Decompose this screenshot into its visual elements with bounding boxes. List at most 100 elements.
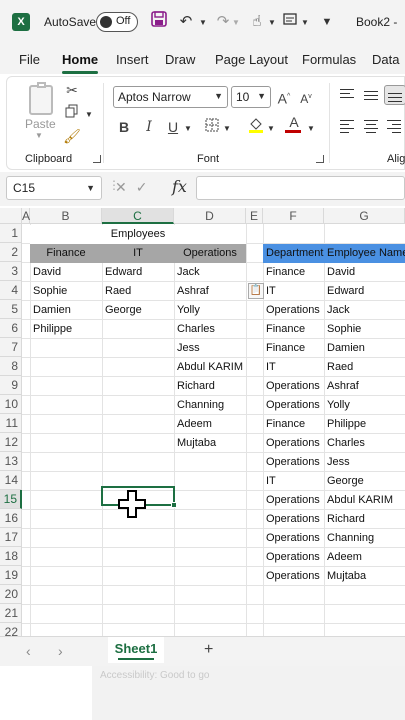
paste-icon[interactable] xyxy=(29,82,53,115)
row-header[interactable]: 11 xyxy=(0,414,22,433)
department-cell[interactable]: Operations xyxy=(263,529,324,548)
row-header[interactable]: 5 xyxy=(0,300,22,319)
format-painter-icon[interactable]: 🖌 xyxy=(63,127,81,145)
chevron-down-icon[interactable]: ▼ xyxy=(85,110,93,119)
row-header[interactable]: 13 xyxy=(0,452,22,471)
employee-name-cell[interactable]: Ashraf xyxy=(324,377,405,396)
chevron-down-icon[interactable]: ▼ xyxy=(35,131,43,140)
tab-formulas[interactable]: Formulas xyxy=(302,52,356,67)
department-cell[interactable]: Operations xyxy=(263,377,324,396)
sheet-tab-sheet1[interactable]: Sheet1 xyxy=(108,637,164,663)
chevron-down-icon[interactable]: ▼ xyxy=(301,18,309,27)
autosave-toggle[interactable]: Off xyxy=(96,12,138,32)
it-cell[interactable]: Edward xyxy=(102,263,174,282)
form-icon[interactable] xyxy=(280,11,302,33)
paste-options-icon[interactable]: 📋 xyxy=(248,283,264,299)
grow-font-icon[interactable]: A^ xyxy=(275,88,293,107)
row-header[interactable]: 19 xyxy=(0,566,22,585)
finance-cell[interactable]: Philippe xyxy=(30,320,102,339)
align-top-icon[interactable] xyxy=(337,86,359,106)
department-cell[interactable]: Operations xyxy=(263,396,324,415)
finance-cell[interactable]: Damien xyxy=(30,301,102,320)
font-name-select[interactable]: Aptos Narrow ▼ xyxy=(113,86,228,108)
column-header-c[interactable]: C xyxy=(102,208,174,224)
employee-name-cell[interactable]: Damien xyxy=(324,339,405,358)
chevron-down-icon[interactable]: ▼ xyxy=(223,124,231,133)
cut-icon[interactable]: ✂ xyxy=(63,81,81,99)
customize-toolbar-icon[interactable]: ▼ xyxy=(316,11,338,33)
font-launcher-icon[interactable] xyxy=(316,155,324,163)
department-cell[interactable]: IT xyxy=(263,472,324,491)
copy-icon[interactable] xyxy=(63,104,81,122)
borders-icon[interactable] xyxy=(203,118,221,136)
department-cell[interactable]: Operations xyxy=(263,301,324,320)
clipboard-launcher-icon[interactable] xyxy=(93,155,101,163)
department-cell[interactable]: Operations xyxy=(263,434,324,453)
row-header[interactable]: 9 xyxy=(0,376,22,395)
underline-button[interactable]: U xyxy=(164,118,182,136)
employee-name-cell[interactable]: Adeem xyxy=(324,548,405,567)
row-header[interactable]: 10 xyxy=(0,395,22,414)
employee-name-cell[interactable]: Mujtaba xyxy=(324,567,405,586)
shrink-font-icon[interactable]: Av xyxy=(297,88,315,106)
employee-name-cell[interactable]: Richard xyxy=(324,510,405,529)
column-header-f[interactable]: F xyxy=(263,208,324,224)
row-header[interactable]: 17 xyxy=(0,528,22,547)
chevron-left-icon[interactable]: ‹ xyxy=(26,643,31,659)
align-bottom-icon[interactable] xyxy=(384,85,405,105)
chevron-down-icon[interactable]: ▼ xyxy=(184,124,192,133)
employee-name-cell[interactable]: Philippe xyxy=(324,415,405,434)
column-header-a[interactable]: A xyxy=(22,208,30,224)
operations-cell[interactable]: Charles xyxy=(174,320,246,339)
department-cell[interactable]: Operations xyxy=(263,567,324,586)
accessibility-status[interactable]: Accessibility: Good to go xyxy=(100,670,210,681)
tab-home[interactable]: Home xyxy=(62,52,98,67)
row-header[interactable]: 4 xyxy=(0,281,22,300)
header-operations[interactable]: Operations xyxy=(174,244,246,263)
operations-cell[interactable]: Mujtaba xyxy=(174,434,246,453)
row-header[interactable]: 20 xyxy=(0,585,22,604)
row-header[interactable]: 2 xyxy=(0,243,22,262)
column-header-d[interactable]: D xyxy=(174,208,246,224)
row-header[interactable]: 1 xyxy=(0,224,22,243)
operations-cell[interactable]: Jack xyxy=(174,263,246,282)
row-header[interactable]: 3 xyxy=(0,262,22,281)
column-header-b[interactable]: B xyxy=(30,208,102,224)
employee-name-cell[interactable]: Abdul KARIM xyxy=(324,491,405,510)
insert-function-icon[interactable]: fx xyxy=(172,177,187,196)
header-department[interactable]: Department xyxy=(263,244,324,263)
operations-cell[interactable]: Channing xyxy=(174,396,246,415)
align-right-icon[interactable] xyxy=(384,117,405,137)
paste-button[interactable]: Paste xyxy=(25,117,56,131)
column-header-g[interactable]: G xyxy=(324,208,405,224)
row-header[interactable]: 21 xyxy=(0,604,22,623)
employee-name-cell[interactable]: David xyxy=(324,263,405,282)
align-middle-icon[interactable] xyxy=(361,86,383,106)
chevron-down-icon[interactable]: ▼ xyxy=(199,18,207,27)
header-employee-name[interactable]: Employee Name xyxy=(324,244,405,263)
row-header[interactable]: 6 xyxy=(0,319,22,338)
save-icon[interactable] xyxy=(148,11,170,33)
department-cell[interactable]: Operations xyxy=(263,491,324,510)
chevron-right-icon[interactable]: › xyxy=(58,643,63,659)
tab-data[interactable]: Data xyxy=(372,52,399,67)
font-size-select[interactable]: 10 ▼ xyxy=(231,86,271,108)
touch-mode-icon[interactable]: ☝ xyxy=(246,11,268,33)
tab-draw[interactable]: Draw xyxy=(165,52,195,67)
italic-button[interactable]: I xyxy=(140,118,158,136)
fill-handle[interactable] xyxy=(171,502,177,508)
header-finance[interactable]: Finance xyxy=(30,244,102,263)
chevron-down-icon[interactable]: ▼ xyxy=(307,124,315,133)
tab-page-layout[interactable]: Page Layout xyxy=(215,52,288,67)
employee-name-cell[interactable]: Charles xyxy=(324,434,405,453)
operations-cell[interactable]: Adeem xyxy=(174,415,246,434)
row-header[interactable]: 15 xyxy=(0,490,22,509)
row-header[interactable]: 14 xyxy=(0,471,22,490)
department-cell[interactable]: Finance xyxy=(263,320,324,339)
header-it[interactable]: IT xyxy=(102,244,174,263)
it-cell[interactable]: George xyxy=(102,301,174,320)
department-cell[interactable]: Finance xyxy=(263,263,324,282)
employee-name-cell[interactable]: Jess xyxy=(324,453,405,472)
operations-cell[interactable]: Ashraf xyxy=(174,282,246,301)
name-box[interactable]: C15 ▼ xyxy=(6,176,102,200)
